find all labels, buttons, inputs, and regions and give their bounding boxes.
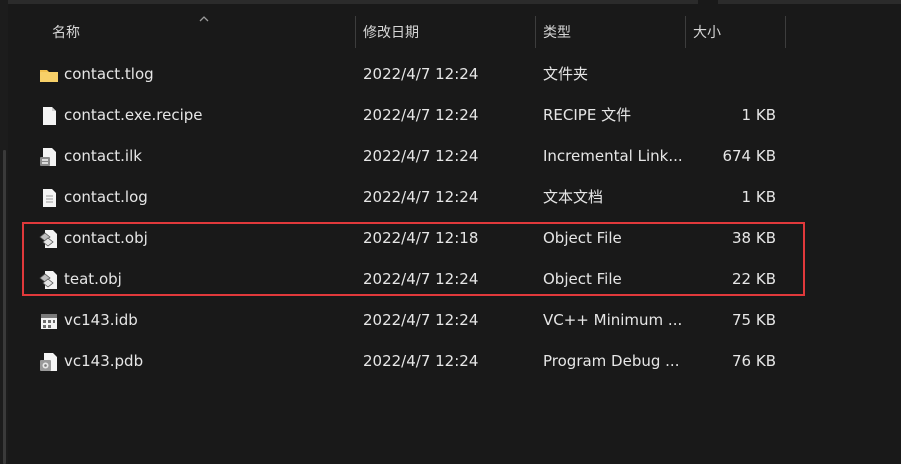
address-bar-edge	[8, 0, 698, 4]
blank-file-icon	[43, 107, 56, 125]
top-strip	[0, 0, 901, 4]
column-type-header[interactable]: 类型	[543, 14, 571, 52]
file-modified: 2022/4/7 12:24	[363, 352, 479, 370]
file-row[interactable]: contact.ilk 2022/4/7 12:24 Incremental L…	[26, 136, 896, 177]
file-modified: 2022/4/7 12:24	[363, 311, 479, 329]
column-modified-header[interactable]: 修改日期	[363, 14, 419, 52]
file-type: 文件夹	[543, 65, 589, 83]
pdb-file-icon	[40, 353, 57, 371]
file-size: 1 KB	[741, 188, 776, 206]
search-box-edge	[718, 0, 901, 4]
selection-highlight-box	[22, 222, 805, 296]
file-modified: 2022/4/7 12:24	[363, 106, 479, 124]
scrollbar-thumb[interactable]	[3, 150, 6, 464]
file-type: 文本文档	[543, 188, 604, 206]
navigation-pane-edge	[0, 0, 8, 464]
file-modified: 2022/4/7 12:24	[363, 65, 479, 83]
file-type: VC++ Minimum ...	[543, 311, 683, 329]
file-type: Incremental Link...	[543, 147, 683, 165]
file-size	[666, 54, 776, 95]
file-size: 1 KB	[741, 106, 776, 124]
file-row[interactable]: vc143.pdb 2022/4/7 12:24 Program Debug .…	[26, 341, 896, 382]
file-size: 76 KB	[732, 352, 776, 370]
column-divider[interactable]	[685, 16, 686, 48]
folder-icon	[40, 70, 58, 82]
ilk-file-icon	[40, 148, 56, 166]
file-type: Program Debug ...	[543, 352, 680, 370]
idb-file-icon	[41, 314, 57, 329]
file-name: vc143.pdb	[64, 352, 144, 370]
column-divider[interactable]	[785, 16, 786, 48]
file-name: vc143.idb	[64, 311, 138, 329]
file-modified: 2022/4/7 12:24	[363, 188, 479, 206]
file-name: contact.ilk	[64, 147, 142, 165]
file-row[interactable]: contact.tlog 2022/4/7 12:24 文件夹	[26, 54, 896, 95]
file-name: contact.tlog	[64, 65, 154, 83]
file-row[interactable]: contact.exe.recipe 2022/4/7 12:24 RECIPE…	[26, 95, 896, 136]
file-name: contact.exe.recipe	[64, 106, 203, 124]
text-file-icon	[43, 189, 56, 207]
file-row[interactable]: contact.log 2022/4/7 12:24 文本文档 1 KB	[26, 177, 896, 218]
column-divider[interactable]	[535, 16, 536, 48]
sort-ascending-icon	[199, 16, 209, 22]
column-name-header[interactable]: 名称	[52, 14, 80, 52]
column-header: 名称 修改日期 类型 大小	[8, 14, 901, 52]
file-modified: 2022/4/7 12:24	[363, 147, 479, 165]
column-divider[interactable]	[355, 16, 356, 48]
file-row[interactable]: vc143.idb 2022/4/7 12:24 VC++ Minimum ..…	[26, 300, 896, 341]
column-size-header[interactable]: 大小	[693, 14, 721, 52]
file-name: contact.log	[64, 188, 148, 206]
file-type: RECIPE 文件	[543, 106, 632, 124]
file-size: 674 KB	[722, 147, 776, 165]
file-size: 75 KB	[732, 311, 776, 329]
